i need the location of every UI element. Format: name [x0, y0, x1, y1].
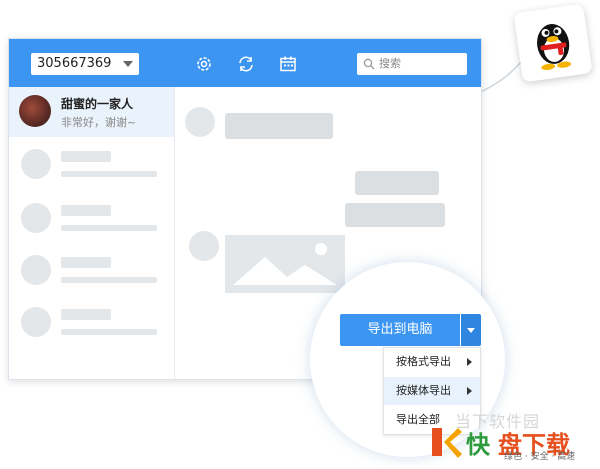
menu-item-label: 按媒体导出	[396, 384, 451, 397]
avatar-placeholder	[21, 149, 51, 179]
brand-logo-icon	[432, 428, 462, 458]
penguin-icon	[537, 24, 572, 71]
text-placeholder	[61, 277, 157, 283]
watermark-brand-left: 快	[466, 431, 490, 459]
gear-icon[interactable]	[195, 55, 213, 73]
refresh-icon[interactable]	[237, 55, 255, 73]
menu-item-export-by-media[interactable]: 按媒体导出	[384, 377, 480, 405]
qq-logo-card	[513, 3, 593, 83]
top-bar: 305667369 搜索	[9, 39, 481, 87]
text-placeholder	[61, 151, 111, 162]
search-input[interactable]: 搜索	[357, 53, 467, 75]
text-placeholder	[61, 309, 111, 320]
search-icon	[363, 58, 375, 70]
text-placeholder	[61, 171, 157, 177]
avatar-placeholder	[189, 231, 219, 261]
contact-item-placeholder[interactable]	[9, 191, 174, 243]
avatar	[19, 95, 51, 127]
search-placeholder: 搜索	[379, 57, 401, 70]
message-bubble-placeholder	[355, 171, 439, 195]
account-number: 305667369	[37, 56, 112, 71]
account-selector[interactable]: 305667369	[31, 53, 139, 75]
menu-item-export-by-format[interactable]: 按格式导出	[384, 348, 480, 376]
watermark-tagline: 绿色 · 安全 · 高速	[504, 452, 576, 462]
message-bubble-placeholder	[345, 203, 445, 227]
chevron-right-icon	[467, 387, 472, 395]
contact-item-placeholder[interactable]	[9, 137, 174, 189]
text-placeholder	[61, 329, 157, 335]
contact-item-selected[interactable]: 甜蜜的一家人 非常好，谢谢~	[9, 87, 174, 137]
text-placeholder	[61, 205, 111, 216]
export-dropdown-button[interactable]	[461, 314, 481, 346]
avatar-placeholder	[21, 307, 51, 337]
chevron-down-icon[interactable]	[123, 61, 133, 67]
menu-item-label: 按格式导出	[396, 355, 451, 368]
contact-last-message: 非常好，谢谢~	[61, 116, 137, 129]
contact-name: 甜蜜的一家人	[61, 97, 134, 111]
text-placeholder	[61, 225, 157, 231]
avatar-placeholder	[185, 107, 215, 137]
contact-item-placeholder[interactable]	[9, 295, 174, 347]
caret-down-icon	[467, 328, 475, 333]
calendar-icon[interactable]	[279, 55, 297, 73]
chevron-right-icon	[467, 358, 472, 366]
avatar-placeholder	[21, 255, 51, 285]
text-placeholder	[61, 257, 111, 268]
image-icon	[225, 235, 345, 293]
contact-list: 甜蜜的一家人 非常好，谢谢~	[9, 87, 175, 379]
avatar-placeholder	[21, 203, 51, 233]
contact-item-placeholder[interactable]	[9, 243, 174, 295]
export-to-pc-button[interactable]: 导出到电脑	[340, 314, 460, 346]
message-bubble-placeholder	[225, 113, 333, 139]
